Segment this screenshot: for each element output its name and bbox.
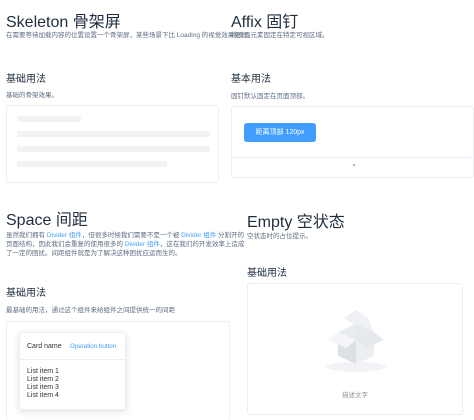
space-desc-text: ，但很多时候我们需要不是一个被	[81, 232, 182, 239]
space-desc-line-3: 了一定的困扰。间距组件就是为了解决这种困扰应运而生的。	[6, 249, 182, 258]
divider-link[interactable]: Divider 组件	[181, 232, 216, 239]
empty-box-icon	[326, 310, 386, 372]
skeleton-line	[17, 146, 210, 152]
code-expand-divider	[232, 157, 473, 158]
empty-desc: 空状态时的占位提示。	[247, 233, 312, 240]
space-title: Space 间距	[6, 212, 88, 229]
skeleton-line	[17, 131, 210, 137]
card-name: Card name	[27, 343, 62, 350]
affix-demo: 距离顶部 120px ▾	[231, 106, 474, 178]
empty-demo: 描述文字	[247, 283, 463, 415]
space-desc-line-1: 虽然我们拥有 Divider 组件，但很多时候我们需要不是一个被 Divider…	[6, 231, 244, 240]
divider-link[interactable]: Divider 组件	[47, 232, 82, 239]
list-item: List item 3	[27, 384, 59, 391]
affix-title: Affix 固钉	[231, 14, 299, 31]
affix-basic-heading: 基本用法	[231, 74, 271, 85]
skeleton-line	[17, 161, 167, 167]
space-desc-text: ，这在我们的开发效率上造成	[159, 241, 245, 248]
operation-button[interactable]: Operation button	[70, 343, 116, 350]
divider-link[interactable]: Divider 组件	[125, 241, 160, 248]
space-demo: Card name Operation button List item 1 L…	[6, 321, 230, 420]
space-desc-text: 了一定的困扰。间距组件就是为了解决这种困扰应运而生的。	[6, 250, 182, 257]
affix-desc: 将页面元素固定在特定可视区域。	[231, 32, 329, 39]
space-desc-text: 页面结构，因此我们会重复的使用很多的	[6, 241, 125, 248]
skeleton-basic-heading: 基础用法	[6, 74, 46, 85]
skeleton-desc: 在需要等待加载内容的位置设置一个骨架屏，某些场景下比 Loading 的视觉效果…	[6, 32, 254, 39]
space-desc-text: 分割开的	[216, 232, 245, 239]
space-desc-text: 虽然我们拥有	[6, 232, 47, 239]
space-basic-heading: 基础用法	[6, 288, 46, 299]
space-desc-line-2: 页面结构，因此我们会重复的使用很多的 Divider 组件，这在我们的开发效率上…	[6, 240, 244, 249]
empty-basic-heading: 基础用法	[247, 268, 287, 279]
skeleton-title: Skeleton 骨架屏	[6, 14, 121, 31]
list-item: List item 1	[27, 368, 59, 375]
list-item: List item 2	[27, 376, 59, 383]
empty-description-text: 描述文字	[342, 392, 368, 399]
affix-basic-desc: 固钉默认固定在页面顶部。	[231, 93, 309, 100]
card: Card name Operation button List item 1 L…	[19, 332, 126, 410]
empty-title: Empty 空状态	[247, 214, 345, 231]
card-header: Card name Operation button	[20, 333, 125, 360]
affix-button[interactable]: 距离顶部 120px	[244, 123, 316, 142]
skeleton-demo	[6, 105, 219, 183]
caret-down-icon[interactable]: ▾	[350, 162, 358, 170]
skeleton-line	[17, 116, 81, 122]
skeleton-basic-desc: 基础的骨架效果。	[6, 92, 58, 99]
space-basic-desc: 最基础的用法，通过这个组件来给组件之间提供统一的间距	[6, 307, 175, 314]
list-item: List item 4	[27, 392, 59, 399]
